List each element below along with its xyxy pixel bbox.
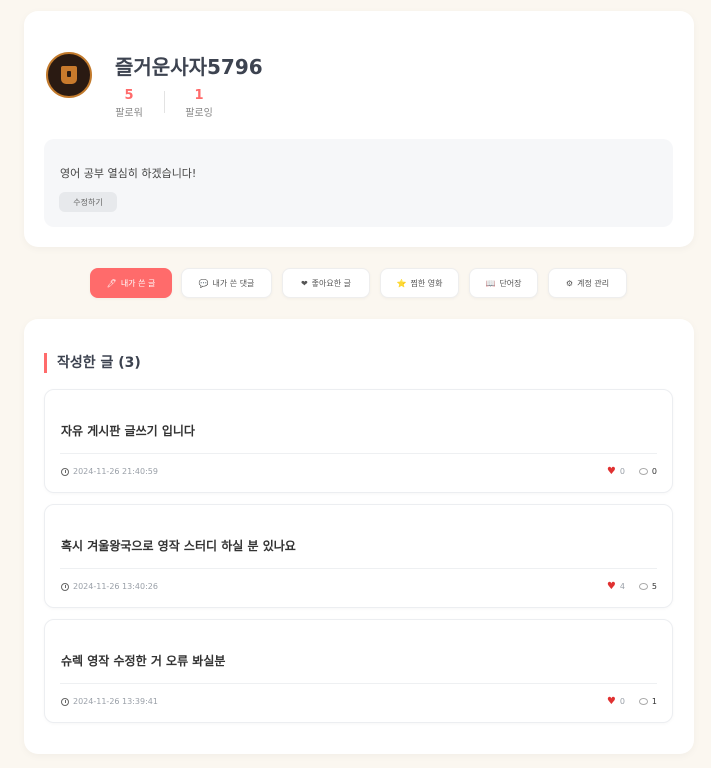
avatar <box>46 52 92 98</box>
post-count: (3) <box>118 355 141 371</box>
tab-vocabulary[interactable]: 📖 단어장 <box>469 268 538 298</box>
comment-icon <box>638 583 648 590</box>
comment-count: 0 <box>651 467 657 476</box>
post-date: 2024-11-26 13:39:41 <box>61 697 158 706</box>
following-label: 팔로잉 <box>185 108 213 119</box>
tab-label: 단어장 <box>499 278 522 288</box>
profile-card: 즐거운사자5796 5 팔로워 1 팔로잉 영어 공부 열심히 하겠습니다! 수… <box>24 11 694 247</box>
speech-bubble-icon: 💬 <box>198 278 209 288</box>
tab-liked-posts[interactable]: ❤ 좋아요한 글 <box>282 268 370 298</box>
post-stats: ♥ 4 5 <box>606 580 657 592</box>
comment-count: 5 <box>651 582 657 591</box>
heart-icon: ♥ <box>606 695 616 707</box>
tab-label: 계정 관리 <box>577 278 610 288</box>
bio-box: 영어 공부 열심히 하겠습니다! 수정하기 <box>44 139 673 227</box>
post-item[interactable]: 슈렉 영작 수정한 거 오류 봐실분 2024-11-26 13:39:41 ♥… <box>44 619 673 723</box>
follow-divider <box>164 91 165 113</box>
post-title[interactable]: 혹시 겨울왕국으로 영작 스터디 하실 분 있나요 <box>61 537 296 554</box>
like-count: 4 <box>619 582 625 591</box>
gear-icon: ⚙ <box>565 278 574 288</box>
tab-saved-movies[interactable]: ⭐ 찜한 영화 <box>380 268 459 298</box>
tab-my-comments[interactable]: 💬 내가 쓴 댓글 <box>181 268 272 298</box>
followers-stat[interactable]: 5 팔로워 <box>109 88 149 119</box>
comment-icon <box>638 468 648 475</box>
comment-count: 1 <box>651 697 657 706</box>
post-stats: ♥ 0 1 <box>606 695 657 707</box>
followers-label: 팔로워 <box>115 108 143 119</box>
posts-card: 작성한 글 (3) 자유 게시판 글쓰기 입니다 2024-11-26 21:4… <box>24 319 694 754</box>
username: 즐거운사자5796 <box>115 55 263 79</box>
section-title: 작성한 글 (3) <box>44 353 141 373</box>
bio-text: 영어 공부 열심히 하겠습니다! <box>60 167 197 180</box>
followers-count: 5 <box>124 88 134 103</box>
post-title[interactable]: 자유 게시판 글쓰기 입니다 <box>61 422 195 439</box>
comment-icon <box>638 698 648 705</box>
post-divider <box>60 568 657 569</box>
star-icon: ⭐ <box>396 278 407 288</box>
like-count: 0 <box>619 697 625 706</box>
tab-account-settings[interactable]: ⚙ 계정 관리 <box>548 268 627 298</box>
post-divider <box>60 453 657 454</box>
tab-label: 좋아요한 글 <box>311 278 352 288</box>
pen-icon: 🖊 <box>106 278 117 288</box>
tab-label: 내가 쓴 댓글 <box>212 278 255 288</box>
post-date-text: 2024-11-26 13:40:26 <box>73 582 158 591</box>
post-date: 2024-11-26 21:40:59 <box>61 467 158 476</box>
heart-icon: ❤ <box>300 278 308 288</box>
like-count: 0 <box>619 467 625 476</box>
tab-bar: 🖊 내가 쓴 글 💬 내가 쓴 댓글 ❤ 좋아요한 글 ⭐ 찜한 영화 📖 단어… <box>0 268 711 298</box>
tab-label: 내가 쓴 글 <box>120 278 156 288</box>
heart-icon: ♥ <box>606 580 616 592</box>
heart-icon: ♥ <box>606 465 616 477</box>
post-divider <box>60 683 657 684</box>
cup-icon <box>61 66 77 84</box>
following-count: 1 <box>194 88 204 103</box>
edit-bio-button[interactable]: 수정하기 <box>59 192 117 212</box>
post-date: 2024-11-26 13:40:26 <box>61 582 158 591</box>
tab-my-posts[interactable]: 🖊 내가 쓴 글 <box>90 268 172 298</box>
clock-icon <box>61 582 69 591</box>
clock-icon <box>61 467 69 476</box>
book-icon: 📖 <box>485 278 496 288</box>
section-title-text: 작성한 글 <box>57 355 114 371</box>
post-item[interactable]: 자유 게시판 글쓰기 입니다 2024-11-26 21:40:59 ♥ 0 0 <box>44 389 673 493</box>
tab-label: 찜한 영화 <box>410 278 443 288</box>
post-stats: ♥ 0 0 <box>606 465 657 477</box>
clock-icon <box>61 697 69 706</box>
post-item[interactable]: 혹시 겨울왕국으로 영작 스터디 하실 분 있나요 2024-11-26 13:… <box>44 504 673 608</box>
post-title[interactable]: 슈렉 영작 수정한 거 오류 봐실분 <box>61 652 225 669</box>
post-date-text: 2024-11-26 13:39:41 <box>73 697 158 706</box>
post-date-text: 2024-11-26 21:40:59 <box>73 467 158 476</box>
following-stat[interactable]: 1 팔로잉 <box>179 88 219 119</box>
